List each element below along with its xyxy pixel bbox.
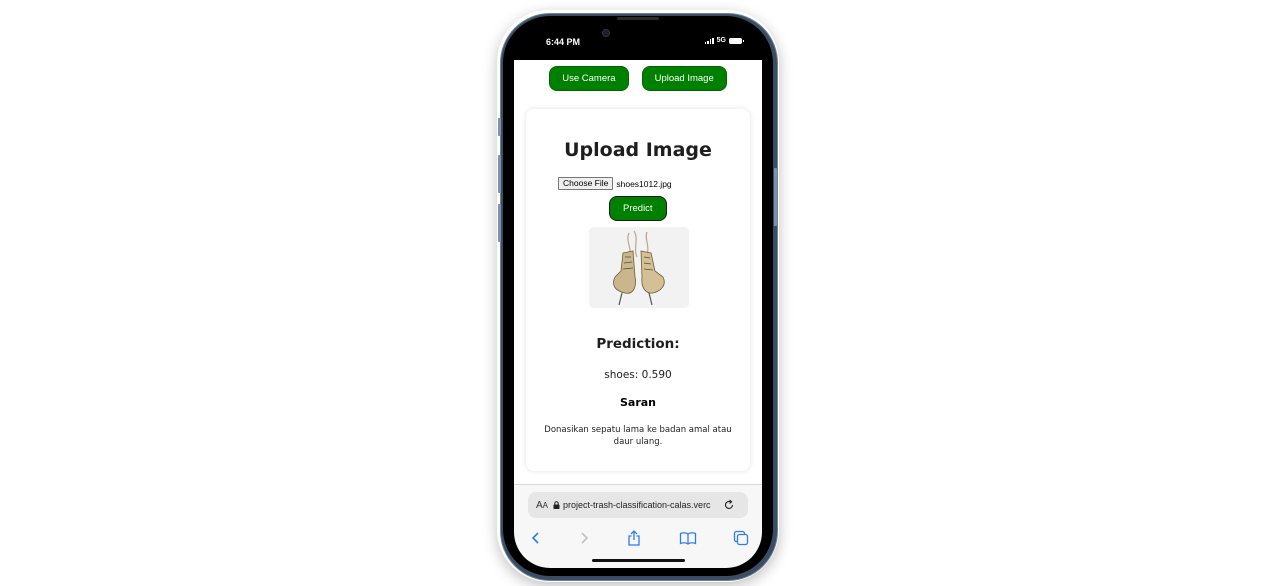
battery-icon bbox=[729, 37, 744, 44]
shoes-image bbox=[613, 230, 665, 306]
power-button bbox=[774, 168, 777, 226]
home-indicator[interactable] bbox=[592, 559, 685, 562]
safari-toolbar: AA project-trash-classification-calas.ve… bbox=[514, 484, 762, 568]
status-time: 6:44 PM bbox=[546, 37, 581, 47]
speaker-grille bbox=[617, 17, 659, 20]
reload-icon[interactable] bbox=[723, 499, 735, 511]
use-camera-button[interactable]: Use Camera bbox=[549, 66, 629, 91]
mode-buttons: Use Camera Upload Image bbox=[514, 66, 762, 91]
front-camera bbox=[602, 29, 610, 37]
signal-icon bbox=[704, 37, 714, 44]
url-text: project-trash-classification-calas.verc bbox=[563, 500, 711, 510]
choose-file-button[interactable]: Choose File bbox=[558, 177, 614, 190]
saran-title: Saran bbox=[619, 396, 657, 409]
prediction-title: Prediction: bbox=[596, 336, 680, 352]
phone-screen: 6:44 PM 5G Use Camera Upload Image Uploa… bbox=[514, 24, 762, 568]
forward-icon[interactable] bbox=[574, 528, 594, 548]
upload-card: Upload Image Choose File shoes1012.jpg P… bbox=[526, 109, 750, 471]
upload-image-button[interactable]: Upload Image bbox=[641, 66, 727, 91]
uploaded-image-preview bbox=[589, 227, 689, 308]
lock-icon bbox=[553, 501, 560, 509]
status-icons: 5G bbox=[704, 37, 744, 44]
network-label: 5G bbox=[716, 37, 726, 44]
volume-down-button bbox=[498, 204, 501, 242]
text-size-button[interactable]: AA bbox=[536, 500, 548, 511]
status-bar: 6:44 PM 5G bbox=[514, 24, 762, 60]
predict-button[interactable]: Predict bbox=[609, 196, 667, 221]
bookmarks-icon[interactable] bbox=[678, 528, 698, 548]
share-icon[interactable] bbox=[624, 528, 644, 548]
web-content: Use Camera Upload Image Upload Image Cho… bbox=[514, 60, 762, 484]
back-icon[interactable] bbox=[526, 528, 546, 548]
volume-up-button bbox=[498, 155, 501, 193]
navigation-bar bbox=[514, 528, 762, 548]
saran-text: Donasikan sepatu lama ke badan amal atau… bbox=[544, 425, 732, 447]
prediction-value: shoes: 0.590 bbox=[604, 369, 672, 381]
selected-file-name: shoes1012.jpg bbox=[616, 178, 672, 189]
file-input: Choose File shoes1012.jpg bbox=[558, 177, 672, 190]
tabs-icon[interactable] bbox=[731, 528, 751, 548]
card-title: Upload Image bbox=[564, 139, 712, 161]
mute-switch bbox=[498, 118, 501, 136]
address-bar[interactable]: AA project-trash-classification-calas.ve… bbox=[528, 492, 748, 518]
